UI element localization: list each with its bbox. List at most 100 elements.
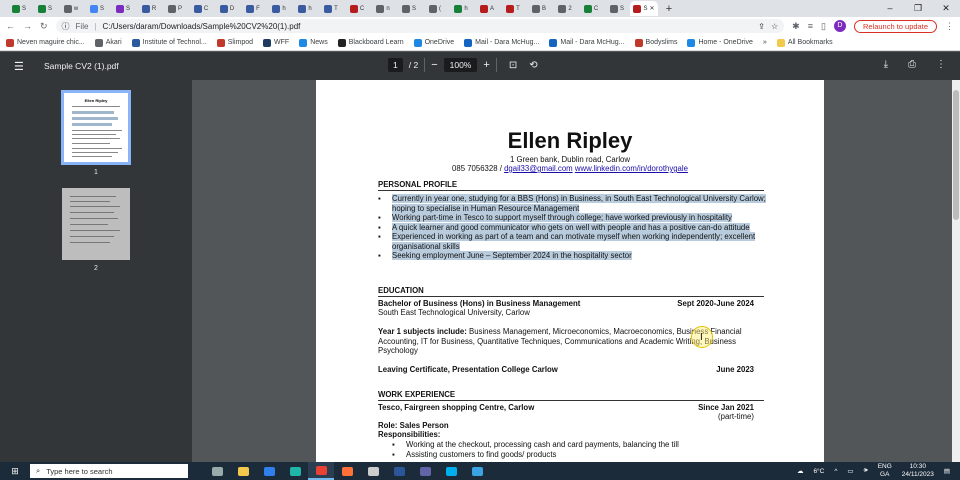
taskbar-firefox-button[interactable] — [334, 462, 360, 480]
download-icon[interactable]: ⤓ — [884, 59, 888, 70]
browser-menu-icon[interactable]: ⋮ — [945, 21, 954, 32]
page-number-input[interactable]: 1 — [388, 58, 403, 72]
bookmark-item[interactable]: WFF — [263, 38, 289, 47]
taskbar-photos-button[interactable] — [464, 462, 490, 480]
pdf-page[interactable]: Ellen Ripley 1 Green bank, Dublin road, … — [316, 80, 824, 462]
browser-tab[interactable]: F — [240, 1, 266, 16]
bookmark-item[interactable]: Akari — [94, 38, 122, 47]
restore-button[interactable]: ❐ — [904, 0, 932, 17]
browser-tab[interactable]: C — [578, 1, 604, 16]
scrollbar-thumb[interactable] — [953, 90, 959, 220]
extensions-icon[interactable]: ✱ — [792, 21, 800, 32]
volume-icon[interactable]: 🕪 — [864, 467, 868, 475]
tab-favicon-icon — [531, 4, 540, 13]
cv-email-link[interactable]: dgail33@gmail.com — [504, 164, 573, 173]
pdf-viewer[interactable]: Ellen Ripley 1 Green bank, Dublin road, … — [192, 80, 960, 462]
taskbar-edge-button[interactable] — [282, 462, 308, 480]
tab-search-icon[interactable]: ≡ — [808, 21, 813, 31]
file-info-icon[interactable]: ⓘ — [62, 21, 70, 32]
bookmark-item[interactable]: OneDrive — [413, 38, 454, 47]
bookmark-item[interactable]: Home - OneDrive — [687, 38, 753, 47]
browser-tab[interactable]: C — [344, 1, 370, 16]
browser-tab[interactable]: A — [474, 1, 500, 16]
rotate-icon[interactable]: ⟲ — [529, 60, 537, 71]
browser-tab[interactable]: S — [604, 1, 630, 16]
back-icon[interactable]: ← — [6, 21, 15, 31]
taskbar-search[interactable]: ⌕ Type here to search — [30, 464, 188, 478]
zoom-in-icon[interactable]: + — [483, 59, 489, 71]
browser-tab[interactable]: T — [318, 1, 344, 16]
bookmark-item[interactable]: Blackboard Learn — [337, 38, 404, 47]
weather-icon[interactable]: ☁ — [797, 467, 804, 475]
taskbar-settings-button[interactable] — [360, 462, 386, 480]
browser-tab[interactable]: B — [526, 1, 552, 16]
browser-tab[interactable]: T — [500, 1, 526, 16]
profile-avatar[interactable]: D — [833, 20, 846, 32]
address-bar[interactable]: ⓘ File | C:/Users/daram/Downloads/Sample… — [55, 19, 785, 33]
browser-tab[interactable]: S — [6, 1, 32, 16]
network-icon[interactable]: ▭ — [847, 467, 853, 475]
browser-tab[interactable]: w — [58, 1, 84, 16]
browser-tab[interactable]: R — [136, 1, 162, 16]
bookmark-item[interactable]: Bodyslims — [634, 38, 677, 47]
browser-tab[interactable]: D — [214, 1, 240, 16]
browser-tab[interactable]: h — [448, 1, 474, 16]
close-tab-icon[interactable]: ✕ — [649, 5, 654, 12]
zoom-level-input[interactable]: 100% — [443, 58, 478, 72]
browser-tab[interactable]: S — [396, 1, 422, 16]
tray-overflow-icon[interactable]: ^ — [834, 468, 837, 475]
profile-item: Seeking employment June – September 2024… — [378, 251, 768, 261]
taskbar-file-explorer-button[interactable] — [230, 462, 256, 480]
relaunch-button[interactable]: Relaunch to update — [853, 19, 937, 33]
browser-tab[interactable]: ( — [422, 1, 448, 16]
bookmark-item[interactable]: Mail - Dara McHug... — [549, 38, 625, 47]
weather-temp[interactable]: 6°C — [813, 468, 824, 475]
bookmark-item[interactable]: Neven maguire chic... — [6, 38, 85, 47]
notifications-icon[interactable]: ▤ — [944, 467, 950, 475]
print-icon[interactable]: ⎙ — [908, 59, 916, 70]
language-indicator[interactable]: ENG GA — [878, 463, 892, 479]
all-bookmarks-button[interactable]: All Bookmarks — [776, 38, 833, 47]
tab-favicon-icon — [633, 4, 642, 13]
address-url[interactable]: C:/Users/daram/Downloads/Sample%20CV2%20… — [103, 22, 301, 31]
browser-tab[interactable]: S — [32, 1, 58, 16]
browser-tab[interactable]: h — [266, 1, 292, 16]
browser-tab[interactable]: S ✕ — [630, 1, 658, 16]
page-thumbnail-1[interactable]: Ellen Ripley — [61, 90, 131, 165]
taskbar-task-view-button[interactable] — [204, 462, 230, 480]
reload-icon[interactable]: ↻ — [40, 21, 48, 32]
browser-tab[interactable]: n — [370, 1, 396, 16]
close-window-button[interactable]: ✕ — [932, 0, 960, 17]
share-icon[interactable]: ⇪ — [758, 22, 765, 31]
taskbar-teams-button[interactable] — [412, 462, 438, 480]
clock[interactable]: 10:30 24/11/2023 — [902, 463, 934, 479]
taskbar-word-button[interactable] — [386, 462, 412, 480]
minimize-button[interactable]: – — [876, 0, 904, 17]
browser-tab[interactable]: S — [110, 1, 136, 16]
bookmark-item[interactable]: Mail - Dara McHug... — [464, 38, 540, 47]
zoom-out-icon[interactable]: − — [431, 59, 437, 71]
forward-icon[interactable]: → — [23, 21, 32, 31]
side-panel-icon[interactable]: ▯ — [821, 21, 826, 32]
browser-tab[interactable]: 2 — [552, 1, 578, 16]
page-thumbnail-2[interactable] — [62, 188, 130, 260]
hamburger-menu-icon[interactable]: ☰ — [14, 60, 30, 73]
fit-to-page-icon[interactable]: ⊡ — [509, 60, 517, 71]
browser-tab[interactable]: C — [188, 1, 214, 16]
bookmark-label: Mail - Dara McHug... — [475, 39, 540, 46]
taskbar-chrome-button[interactable] — [308, 462, 334, 480]
taskbar-mail-button[interactable] — [256, 462, 282, 480]
taskbar-skype-button[interactable] — [438, 462, 464, 480]
bookmark-item[interactable]: News — [299, 38, 328, 47]
windows-start-icon[interactable]: ⊞ — [0, 466, 30, 477]
browser-tab[interactable]: h — [292, 1, 318, 16]
browser-tab[interactable]: S — [84, 1, 110, 16]
more-actions-icon[interactable]: ⋮ — [936, 59, 946, 70]
new-tab-button[interactable]: + — [662, 3, 676, 15]
bookmark-item[interactable]: Institute of Technol... — [131, 38, 207, 47]
cv-linkedin-link[interactable]: www.linkedin.com/in/dorothygale — [575, 164, 688, 173]
bookmark-star-icon[interactable]: ☆ — [771, 22, 778, 31]
more-bookmarks-button[interactable]: » — [763, 39, 767, 46]
browser-tab[interactable]: P — [162, 1, 188, 16]
bookmark-item[interactable]: Slimpod — [216, 38, 253, 47]
